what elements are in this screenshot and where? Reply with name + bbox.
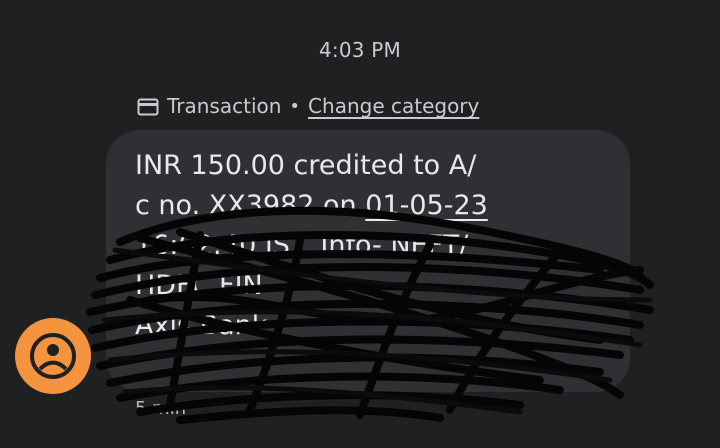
redaction-scribble [86,206,654,424]
